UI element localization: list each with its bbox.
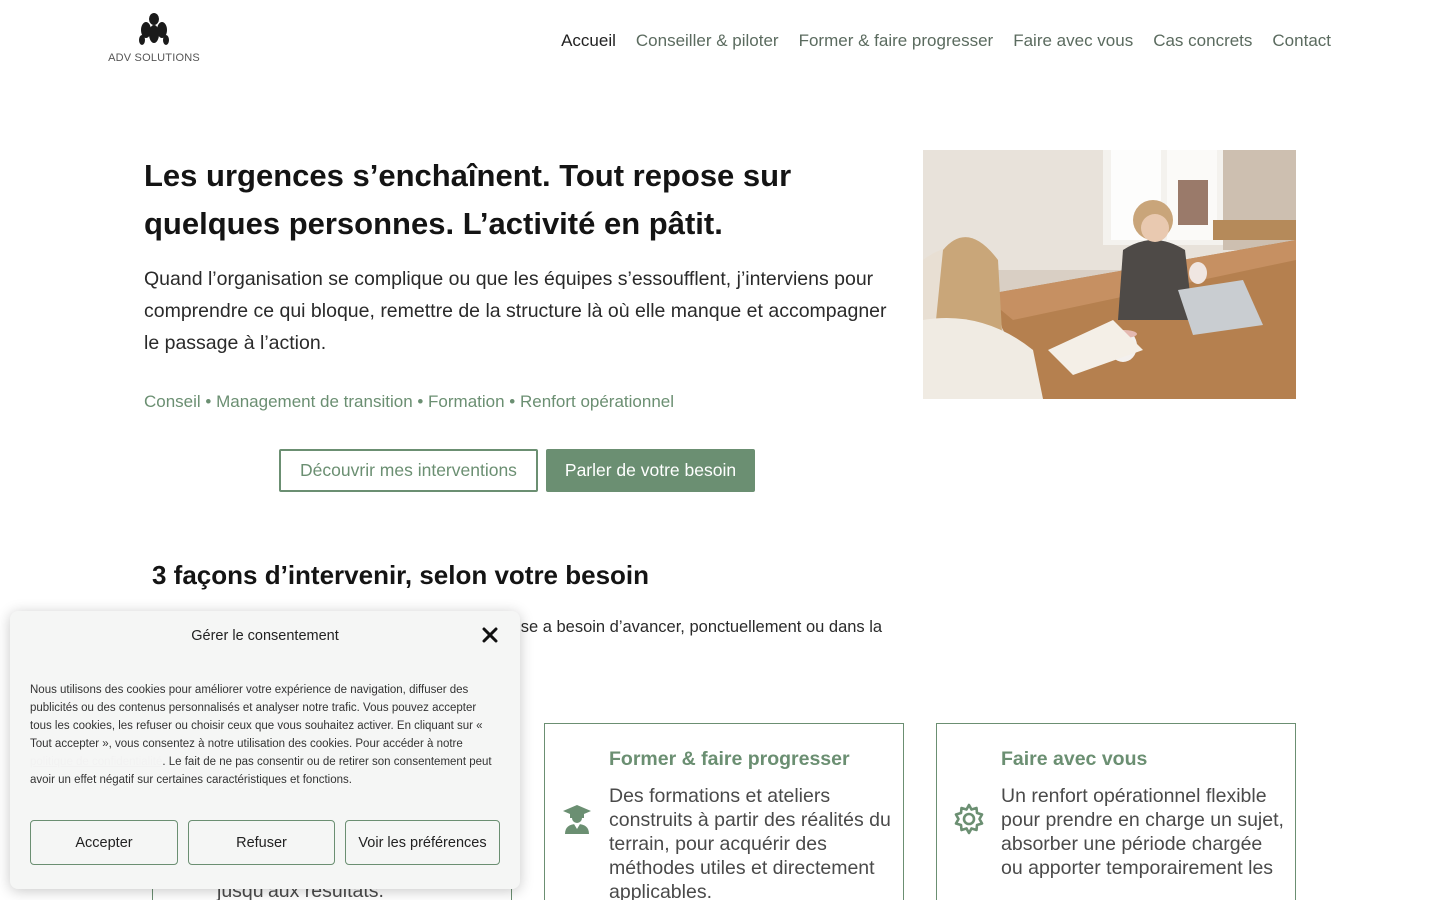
logo-text: ADV SOLUTIONS — [108, 52, 200, 64]
cookie-consent-dialog: Gérer le consentement Nous utilisons des… — [10, 611, 520, 889]
service-card-text: Un renfort opérationnel flexible pour pr… — [1001, 785, 1284, 879]
services-title: 3 façons d’intervenir, selon votre besoi… — [152, 560, 650, 590]
consent-title-text: Gérer le consentement — [191, 628, 339, 644]
graduate-icon — [560, 802, 594, 836]
nav-conseiller-piloter[interactable]: Conseiller & piloter — [636, 31, 779, 51]
consent-text-part: Nous utilisons des cookies pour améliore… — [30, 684, 483, 750]
talk-need-button[interactable]: Parler de votre besoin — [546, 449, 755, 492]
service-card-former: Former & faire progresser Des formations… — [544, 723, 904, 900]
nav-contact[interactable]: Contact — [1272, 31, 1331, 51]
nav-faire-avec-vous[interactable]: Faire avec vous — [1013, 31, 1133, 51]
refuse-button[interactable]: Refuser — [188, 820, 335, 865]
service-card-title: Faire avec vous — [1001, 748, 1148, 770]
hero-title: Les urgences s’enchaînent. Tout repose s… — [144, 158, 792, 241]
main-nav: Accueil Conseiller & piloter Former & fa… — [561, 31, 1331, 51]
gear-icon — [952, 802, 986, 836]
site-logo[interactable]: ADV SOLUTIONS — [106, 12, 202, 74]
accept-button[interactable]: Accepter — [30, 820, 178, 865]
consent-title: Gérer le consentement — [10, 628, 520, 644]
hero-tags: Conseil • Management de transition • For… — [144, 392, 675, 411]
discover-interventions-button[interactable]: Découvrir mes interventions — [279, 449, 538, 492]
nav-cas-concrets[interactable]: Cas concrets — [1153, 31, 1252, 51]
privacy-policy-link[interactable]: politique de confidentialité — [30, 756, 162, 768]
nav-former-progresser[interactable]: Former & faire progresser — [799, 31, 994, 51]
nav-accueil[interactable]: Accueil — [561, 31, 616, 51]
service-card-title: Former & faire progresser — [609, 748, 850, 770]
service-card-faire-avec-vous: Faire avec vous Un renfort opérationnel … — [936, 723, 1296, 900]
close-icon[interactable] — [480, 625, 500, 645]
consent-text: Nous utilisons des cookies pour améliore… — [30, 684, 492, 786]
hero-photo — [923, 150, 1296, 399]
logo-mark-icon — [139, 13, 169, 45]
service-card-text: Des formations et ateliers construits à … — [609, 785, 891, 900]
preferences-button[interactable]: Voir les préférences — [345, 820, 500, 865]
hero-text: Quand l’organisation se complique ou que… — [144, 268, 887, 354]
